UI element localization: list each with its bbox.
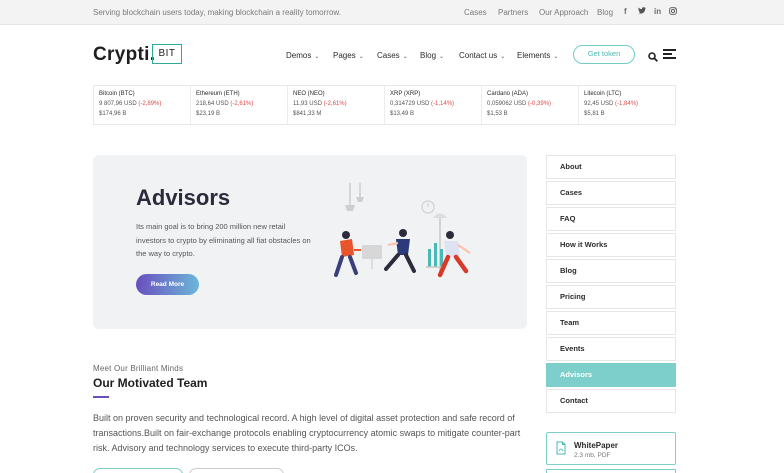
nav-item-blog[interactable]: Blog ⌄ [420, 51, 444, 60]
pdf-file-icon [556, 441, 566, 455]
nav-item-pages[interactable]: Pages ⌄ [333, 51, 364, 60]
nav-item-cases[interactable]: Cases ⌄ [377, 51, 408, 60]
hamburger-menu-icon[interactable] [663, 49, 676, 59]
ticker-price: 92,45 USD [584, 101, 614, 107]
sidebar-item-advisors[interactable]: Advisors [546, 363, 676, 387]
team-illustration [334, 183, 471, 278]
nav-label: Contact us [459, 51, 498, 60]
nav-item-contact-us[interactable]: Contact us ⌄ [459, 51, 505, 60]
read-more-button[interactable]: Read More [136, 274, 199, 295]
sidebar-item-about[interactable]: About [546, 155, 676, 179]
nav-label: Elements [517, 51, 551, 60]
ticker-name: Ethereum (ETH) [196, 91, 240, 97]
ticker-change: (-1,14%) [431, 101, 455, 107]
team-title: Our Motivated Team [93, 376, 208, 390]
sidebar-item-how-it-works[interactable]: How it Works [546, 233, 676, 257]
linkedin-icon[interactable]: in [654, 7, 661, 16]
ticker-cap: $174,96 B [99, 111, 127, 117]
logo-box[interactable]: BIT [152, 44, 182, 64]
top-bar: Serving blockchain users today, making b… [0, 0, 784, 25]
ticker-change: (-2,61%) [230, 101, 254, 107]
ticker-price: 218,64 USD [196, 101, 229, 107]
whitepaper-meta: 2.3 mb, PDF [574, 452, 611, 459]
team-button-secondary[interactable] [189, 468, 284, 473]
top-link-cases[interactable]: Cases [464, 8, 487, 17]
chevron-down-icon: ⌄ [500, 54, 506, 60]
top-link-our-approach[interactable]: Our Approach [539, 8, 588, 17]
sidebar-item-cases[interactable]: Cases [546, 181, 676, 205]
chevron-down-icon: ⌄ [358, 54, 364, 60]
hero-card: Advisors Its main goal is to bring 200 m… [93, 155, 527, 329]
chevron-down-icon: ⌄ [439, 54, 445, 60]
sidebar-item-events[interactable]: Events [546, 337, 676, 361]
ticker-name: Litecoin (LTC) [584, 91, 622, 97]
sidebar-item-faq[interactable]: FAQ [546, 207, 676, 231]
team-description: Built on proven security and technologic… [93, 413, 521, 453]
ticker-price: 0,314729 USD [390, 101, 430, 107]
ticker-change: (-2,61%) [323, 101, 347, 107]
ticker-change: (-1,84%) [615, 101, 639, 107]
ticker-item[interactable]: Cardano (ADA) 0,059062 USD (-0,39%) $1,5… [482, 86, 579, 124]
ticker-item[interactable]: Litecoin (LTC) 92,45 USD (-1,84%) $5,81 … [579, 86, 676, 124]
chevron-down-icon: ⌄ [553, 54, 559, 60]
facebook-icon[interactable]: f [624, 7, 627, 16]
ticker-name: XRP (XRP) [390, 91, 421, 97]
nav-label: Demos [286, 51, 312, 60]
ticker-change: (-0,39%) [528, 101, 552, 107]
title-underline [93, 396, 109, 398]
ticker-item[interactable]: Bitcoin (BTC) 9 807,96 USD (-2,89%) $174… [94, 86, 191, 124]
logo-text[interactable]: Crypti. [93, 44, 155, 66]
next-download-card[interactable] [546, 469, 676, 473]
ticker-price: 9 807,96 USD [99, 101, 137, 107]
team-eyebrow: Meet Our Brilliant Minds [93, 364, 184, 373]
sidebar-item-team[interactable]: Team [546, 311, 676, 335]
ticker-name: Cardano (ADA) [487, 91, 529, 97]
search-icon[interactable] [648, 49, 658, 62]
ticker-change: (-2,89%) [138, 101, 162, 107]
top-link-blog[interactable]: Blog [597, 8, 613, 17]
sidebar-item-pricing[interactable]: Pricing [546, 285, 676, 309]
ticker-price: 0,059062 USD [487, 101, 527, 107]
chevron-down-icon: ⌄ [402, 54, 408, 60]
ticker-cap: $13,49 B [390, 111, 415, 117]
twitter-icon[interactable] [638, 7, 646, 16]
whitepaper-title: WhitePaper [574, 441, 619, 450]
ticker-name: Bitcoin (BTC) [99, 91, 135, 97]
crypto-ticker: Bitcoin (BTC) 9 807,96 USD (-2,89%) $174… [93, 85, 676, 125]
team-button-primary[interactable] [93, 468, 183, 473]
get-token-button[interactable]: Get token [573, 45, 635, 64]
ticker-cap: $841,33 M [293, 111, 322, 117]
ticker-price: 11,93 USD [293, 101, 322, 107]
ticker-item[interactable]: Ethereum (ETH) 218,64 USD (-2,61%) $23,1… [191, 86, 288, 124]
nav-label: Blog [420, 51, 437, 60]
ticker-cap: $23,19 B [196, 111, 221, 117]
top-link-partners[interactable]: Partners [498, 8, 528, 17]
ticker-item[interactable]: XRP (XRP) 0,314729 USD (-1,14%) $13,49 B [385, 86, 482, 124]
nav-label: Cases [377, 51, 400, 60]
page-title: Advisors [136, 185, 231, 210]
sidebar-item-contact[interactable]: Contact [546, 389, 676, 413]
ticker-cap: $5,81 B [584, 111, 605, 117]
nav-label: Pages [333, 51, 356, 60]
ticker-name: NEO (NEO) [293, 91, 325, 97]
nav-item-demos[interactable]: Demos ⌄ [286, 51, 319, 60]
ticker-item[interactable]: NEO (NEO) 11,93 USD (-2,61%) $841,33 M [288, 86, 385, 124]
whitepaper-download[interactable]: WhitePaper 2.3 mb, PDF [546, 432, 676, 465]
chevron-down-icon: ⌄ [314, 54, 320, 60]
nav-item-elements[interactable]: Elements ⌄ [517, 51, 558, 60]
tagline: Serving blockchain users today, making b… [93, 8, 341, 17]
hero-description: Its main goal is to bring 200 million ne… [136, 222, 311, 258]
sidebar-item-blog[interactable]: Blog [546, 259, 676, 283]
instagram-icon[interactable] [669, 7, 677, 17]
ticker-cap: $1,53 B [487, 111, 508, 117]
